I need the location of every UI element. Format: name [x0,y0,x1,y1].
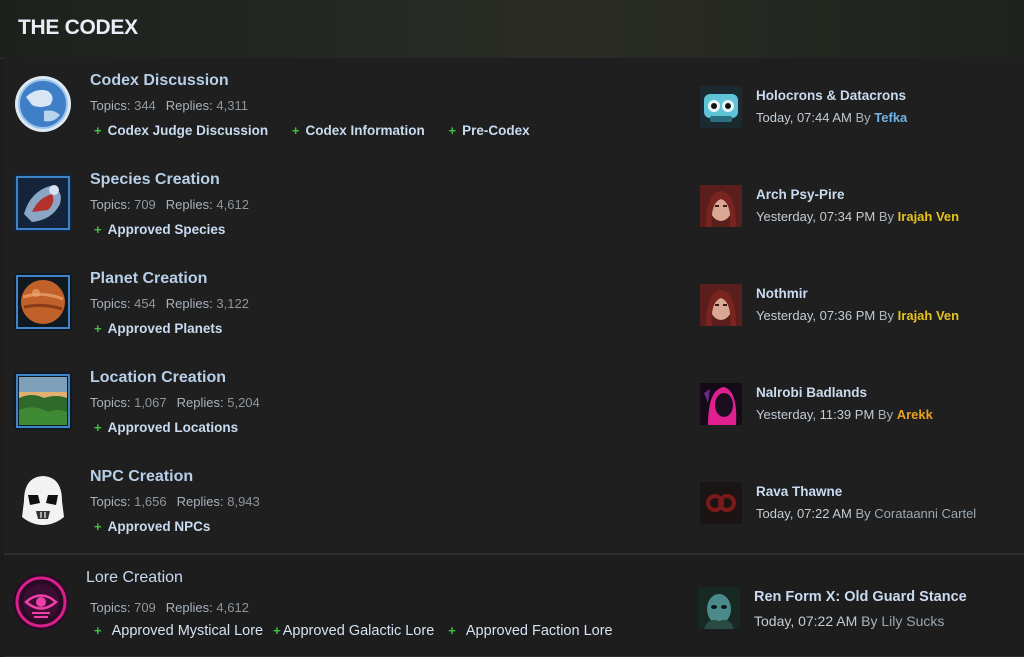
forum-title[interactable]: NPC Creation [90,468,193,486]
forum-stats: Topics: 1,067 Replies: 5,204 [90,395,260,410]
plus-icon: + [94,222,102,237]
last-post-time: Yesterday, 11:39 PM [756,407,875,422]
plus-icon: + [94,321,102,336]
forum-list: Codex Discussion Topics: 344 Replies: 4,3… [4,58,1024,657]
forum-stats: Topics: 344 Replies: 4,311 [90,98,248,113]
forum-row: Planet Creation Topics: 454 Replies: 3,12… [4,256,1024,356]
forum-title[interactable]: Species Creation [90,171,220,189]
plus-icon: + [94,519,102,534]
subforum-link[interactable]: + Codex Information [292,123,425,138]
subforum-list: + Codex Judge Discussion + Codex Informati… [94,123,550,138]
subforum-link[interactable]: + Codex Judge Discussion [94,123,268,138]
category-header: THE CODEX [0,0,1024,59]
subforum-link[interactable]: + Approved Planets [94,321,222,336]
hooded-figure-avatar[interactable] [700,383,742,425]
robot-avatar[interactable] [700,86,742,128]
replies-count: 3,122 [216,296,249,311]
woman-avatar[interactable] [700,284,742,326]
forum-title[interactable]: Location Creation [90,369,226,387]
stormtrooper-helmet-icon[interactable] [14,471,72,529]
species-icon[interactable] [14,174,72,232]
replies-count: 4,311 [216,98,248,113]
last-post-meta: Yesterday, 11:39 PM By Arekk [756,407,933,422]
plus-icon: + [291,123,300,138]
last-post-user[interactable]: Arekk [897,407,933,422]
last-post-topic[interactable]: Arch Psy-Pire [756,187,845,202]
lore-eye-icon[interactable] [12,573,70,631]
last-post-user[interactable]: Corataanni Cartel [874,506,976,521]
last-post-meta: Yesterday, 07:34 PM By Irajah Ven [756,209,960,224]
last-post-time: Today, 07:44 AM [756,110,852,125]
forum-row: Lore Creation Topics: 709 Replies: 4,612 … [4,553,1024,657]
topics-count: 709 [134,600,156,615]
subforum-list: + Approved NPCs [94,519,230,534]
last-post-topic[interactable]: Rava Thawne [756,484,842,499]
last-post-meta: Today, 07:44 AM By Tefka [756,110,908,125]
subforum-list: + Approved Planets [94,321,242,336]
last-post-user[interactable]: Irajah Ven [898,308,959,323]
last-post-topic[interactable]: Holocrons & Datacrons [756,88,906,103]
last-post-time: Today, 07:22 AM [756,506,852,521]
replies-count: 8,943 [227,494,260,509]
last-post-meta: Today, 07:22 AM By Lily Sucks [754,613,945,629]
subforum-link[interactable]: + Approved Species [94,222,225,237]
topics-count: 454 [134,296,156,311]
subforum-link[interactable]: + Approved Galactic Lore [273,623,434,639]
category-title[interactable]: THE CODEX [18,16,138,40]
subforum-link[interactable]: + Pre-Codex [449,123,530,138]
plus-icon: + [94,420,102,435]
plus-icon: + [448,123,457,138]
planet-icon[interactable] [14,273,72,331]
forum-stats: Topics: 454 Replies: 3,122 [90,296,249,311]
last-post-user[interactable]: Irajah Ven [898,209,959,224]
forum-row: Location Creation Topics: 1,067 Replies: … [4,355,1024,455]
topics-count: 709 [134,197,156,212]
alien-avatar[interactable] [698,587,740,629]
plus-icon: + [273,623,281,638]
plus-icon: + [94,623,102,638]
last-post-meta: Today, 07:22 AM By Corataanni Cartel [756,506,977,521]
woman-avatar[interactable] [700,185,742,227]
subforum-link[interactable]: + Approved NPCs [94,519,210,534]
subforum-link[interactable]: + Approved Mystical Lore [94,623,263,639]
last-post-time: Today, 07:22 AM [754,613,858,629]
topics-count: 344 [134,98,156,113]
last-post-meta: Yesterday, 07:36 PM By Irajah Ven [756,308,960,323]
replies-count: 4,612 [216,600,249,615]
plus-icon: + [94,123,102,138]
cartel-logo-avatar[interactable] [700,482,742,524]
forum-title[interactable]: Codex Discussion [90,72,229,90]
forum-row: Codex Discussion Topics: 344 Replies: 4,3… [4,58,1024,158]
last-post-user[interactable]: Tefka [874,110,907,125]
last-post-topic[interactable]: Ren Form X: Old Guard Stance [754,589,967,605]
subforum-list: + Approved Species [94,222,245,237]
landscape-icon[interactable] [14,372,72,430]
last-post-time: Yesterday, 07:36 PM [756,308,876,323]
subforum-list: + Approved Locations [94,420,258,435]
plus-icon: + [448,623,456,638]
forum-title[interactable]: Planet Creation [90,270,207,288]
last-post-topic[interactable]: Nothmir [756,286,808,301]
subforum-link[interactable]: + Approved Faction Lore [444,623,612,639]
replies-count: 5,204 [227,395,260,410]
last-post-time: Yesterday, 07:34 PM [756,209,876,224]
topics-count: 1,656 [134,494,167,509]
forum-stats: Topics: 709 Replies: 4,612 [90,600,249,615]
globe-icon[interactable] [14,75,72,133]
subforum-link[interactable]: + Approved Locations [94,420,238,435]
forum-title[interactable]: Lore Creation [86,569,183,587]
last-post-topic[interactable]: Nalrobi Badlands [756,385,867,400]
topics-count: 1,067 [134,395,167,410]
subforum-list: + Approved Mystical Lore + Approved Galact… [94,623,619,639]
forum-stats: Topics: 1,656 Replies: 8,943 [90,494,260,509]
last-post-user[interactable]: Lily Sucks [881,613,944,629]
forum-row: NPC Creation Topics: 1,656 Replies: 8,943… [4,454,1024,554]
forum-row: Species Creation Topics: 709 Replies: 4,6… [4,157,1024,257]
forum-stats: Topics: 709 Replies: 4,612 [90,197,249,212]
replies-count: 4,612 [216,197,249,212]
